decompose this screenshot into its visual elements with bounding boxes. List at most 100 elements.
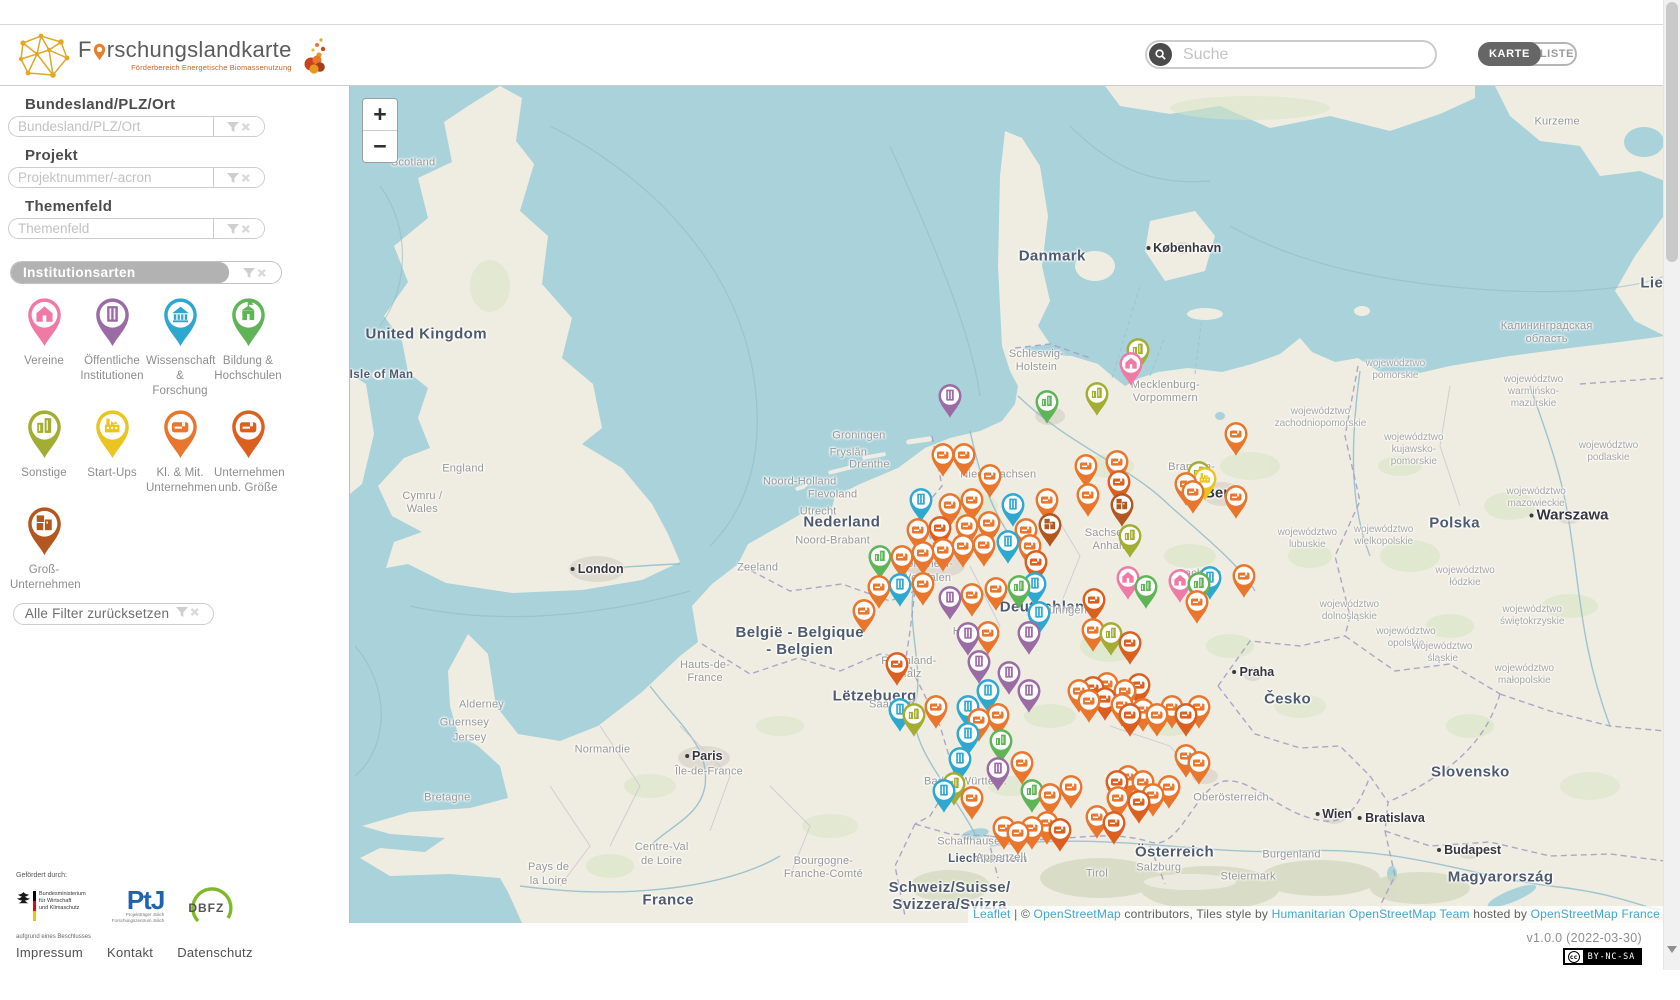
boxes-pin-icon bbox=[26, 505, 63, 557]
bmwk-logo[interactable]: Bundesministeriumfür Wirtschaftund Klima… bbox=[16, 891, 86, 921]
map-marker[interactable] bbox=[1117, 702, 1143, 739]
filter-sidebar: Bundesland/PLZ/OrtProjektThemenfeld Inst… bbox=[0, 86, 348, 1000]
map-marker[interactable] bbox=[1184, 589, 1210, 626]
map-marker[interactable] bbox=[884, 651, 910, 688]
search-input[interactable] bbox=[1181, 45, 1415, 65]
legend-item-bildung-[interactable]: Bildung &Hochschulen bbox=[214, 294, 282, 399]
footer-link-kontakt[interactable]: Kontakt bbox=[107, 945, 153, 960]
version-label: v1.0.0 (2022-03-30) bbox=[1527, 931, 1643, 945]
filter-group-0: Bundesland/PLZ/Ort bbox=[0, 96, 348, 137]
map-marker[interactable] bbox=[1034, 388, 1060, 425]
map-marker[interactable] bbox=[1223, 420, 1249, 457]
map-marker[interactable] bbox=[1118, 350, 1144, 387]
map-marker[interactable] bbox=[959, 581, 985, 618]
map-marker[interactable] bbox=[923, 693, 949, 730]
building-pin-icon bbox=[937, 382, 963, 419]
filter-clear-button[interactable] bbox=[213, 117, 264, 136]
filter-clear-button[interactable] bbox=[213, 168, 264, 187]
map-marker[interactable] bbox=[1186, 749, 1212, 786]
scrollbar-thumb[interactable] bbox=[1666, 2, 1678, 262]
institution-filter-clear-button[interactable] bbox=[229, 262, 281, 283]
legend-item--ffentliche[interactable]: ÖffentlicheInstitutionen bbox=[78, 294, 146, 399]
leaflet-map[interactable]: DanmarkUnited KingdomIsle of ManNederlan… bbox=[349, 86, 1665, 923]
app-logo[interactable]: F rschungslandkarte Förderbereich Energe… bbox=[16, 32, 329, 79]
footer-link-datenschutz[interactable]: Datenschutz bbox=[177, 945, 253, 960]
dbfz-logo[interactable]: DBFZ bbox=[184, 884, 240, 928]
legend-item-vereine[interactable]: Vereine bbox=[10, 294, 78, 399]
osm-link[interactable]: OpenStreetMap bbox=[1034, 907, 1121, 921]
footer-link-impressum[interactable]: Impressum bbox=[16, 945, 83, 960]
machine-pin-icon bbox=[1117, 629, 1143, 666]
flame-icon bbox=[301, 36, 329, 76]
scrollbar-down-arrow-icon[interactable] bbox=[1667, 946, 1677, 953]
building-pin-icon bbox=[931, 777, 957, 814]
map-marker[interactable] bbox=[951, 441, 977, 478]
attribution-text: contributors, Tiles style by bbox=[1121, 907, 1272, 921]
map-marker[interactable] bbox=[1180, 478, 1206, 515]
map-marker[interactable] bbox=[1084, 380, 1110, 417]
ptj-sub-text: Projektträger JülichForschungszentrum Jü… bbox=[112, 912, 165, 923]
machine-pin-icon bbox=[1047, 816, 1073, 853]
osmfr-link[interactable]: OpenStreetMap France bbox=[1531, 907, 1660, 921]
legend-item-gro-[interactable]: Groß-Unternehmen bbox=[10, 503, 78, 593]
leaflet-link[interactable]: Leaflet bbox=[973, 907, 1010, 921]
map-marker[interactable] bbox=[1047, 816, 1073, 853]
machine-pin-icon bbox=[959, 581, 985, 618]
toggle-liste-button[interactable]: LISTE bbox=[1539, 48, 1575, 60]
map-marker[interactable] bbox=[1117, 629, 1143, 666]
zoom-out-button[interactable]: − bbox=[363, 130, 397, 162]
map-marker[interactable] bbox=[1126, 788, 1152, 825]
map-marker[interactable] bbox=[959, 785, 985, 822]
map-attribution: Leaflet | © OpenStreetMap contributors, … bbox=[968, 906, 1665, 923]
map-marker[interactable] bbox=[1173, 702, 1199, 739]
zoom-in-button[interactable]: + bbox=[363, 99, 397, 130]
map-marker[interactable] bbox=[1133, 574, 1159, 611]
hot-link[interactable]: Humanitarian OpenStreetMap Team bbox=[1272, 907, 1470, 921]
house-pin-icon bbox=[26, 296, 63, 348]
filter-input[interactable] bbox=[9, 118, 213, 135]
legend-item-label: Start-Ups bbox=[78, 466, 146, 481]
map-marker[interactable] bbox=[851, 597, 877, 634]
funnel-x-icon bbox=[226, 172, 253, 184]
legend-item-label: Vereine bbox=[10, 354, 78, 369]
map-marker[interactable] bbox=[983, 575, 1009, 612]
dbfz-wordmark: DBFZ bbox=[188, 901, 224, 915]
machine-pin-icon bbox=[884, 651, 910, 688]
ptj-logo[interactable]: PtJ Projektträger JülichForschungszentru… bbox=[112, 889, 165, 923]
decree-note: aufgrund eines Beschlusses bbox=[16, 934, 316, 940]
legend-item-kl-mit-[interactable]: Kl. & Mit.Unternehmen bbox=[146, 406, 214, 496]
map-marker[interactable] bbox=[901, 702, 927, 739]
map-marker[interactable] bbox=[1223, 483, 1249, 520]
city-pin-icon bbox=[26, 408, 63, 460]
map-marker[interactable] bbox=[1231, 563, 1257, 600]
machine-pin-icon bbox=[983, 575, 1009, 612]
map-marker[interactable] bbox=[1016, 677, 1042, 714]
map-marker[interactable] bbox=[1075, 482, 1101, 519]
logo-title: F rschungslandkarte bbox=[78, 39, 292, 61]
map-marker[interactable] bbox=[1005, 820, 1031, 857]
reset-filters-button[interactable]: Alle Filter zurücksetzen bbox=[13, 603, 214, 625]
funnel-x-icon bbox=[175, 606, 202, 618]
filter-input[interactable] bbox=[9, 220, 213, 237]
map-marker[interactable] bbox=[937, 585, 963, 622]
cc-license-badge[interactable]: cc BY-NC-SA bbox=[1563, 948, 1642, 965]
legend-item-unternehmen[interactable]: Unternehmenunb. Größe bbox=[214, 406, 282, 496]
map-marker[interactable] bbox=[1101, 810, 1127, 847]
map-marker[interactable] bbox=[1117, 523, 1143, 560]
institution-types-header[interactable]: Institutionsarten bbox=[10, 261, 282, 284]
page-scrollbar[interactable] bbox=[1663, 0, 1680, 970]
map-marker[interactable] bbox=[931, 777, 957, 814]
filter-input[interactable] bbox=[9, 169, 213, 186]
legend-item-start-ups[interactable]: Start-Ups bbox=[78, 406, 146, 496]
map-marker[interactable] bbox=[937, 382, 963, 419]
map-marker[interactable] bbox=[985, 755, 1011, 792]
federal-eagle-icon bbox=[16, 891, 31, 904]
map-marker[interactable] bbox=[1016, 619, 1042, 656]
map-marker[interactable] bbox=[1144, 702, 1170, 739]
map-marker[interactable] bbox=[910, 570, 936, 607]
legend-item-sonstige[interactable]: Sonstige bbox=[10, 406, 78, 496]
map-marker[interactable] bbox=[1076, 687, 1102, 724]
legend-item-wissenschaft-[interactable]: Wissenschaft &Forschung bbox=[146, 294, 214, 399]
filter-clear-button[interactable] bbox=[213, 219, 264, 238]
toggle-karte-button[interactable]: KARTE bbox=[1478, 42, 1541, 66]
